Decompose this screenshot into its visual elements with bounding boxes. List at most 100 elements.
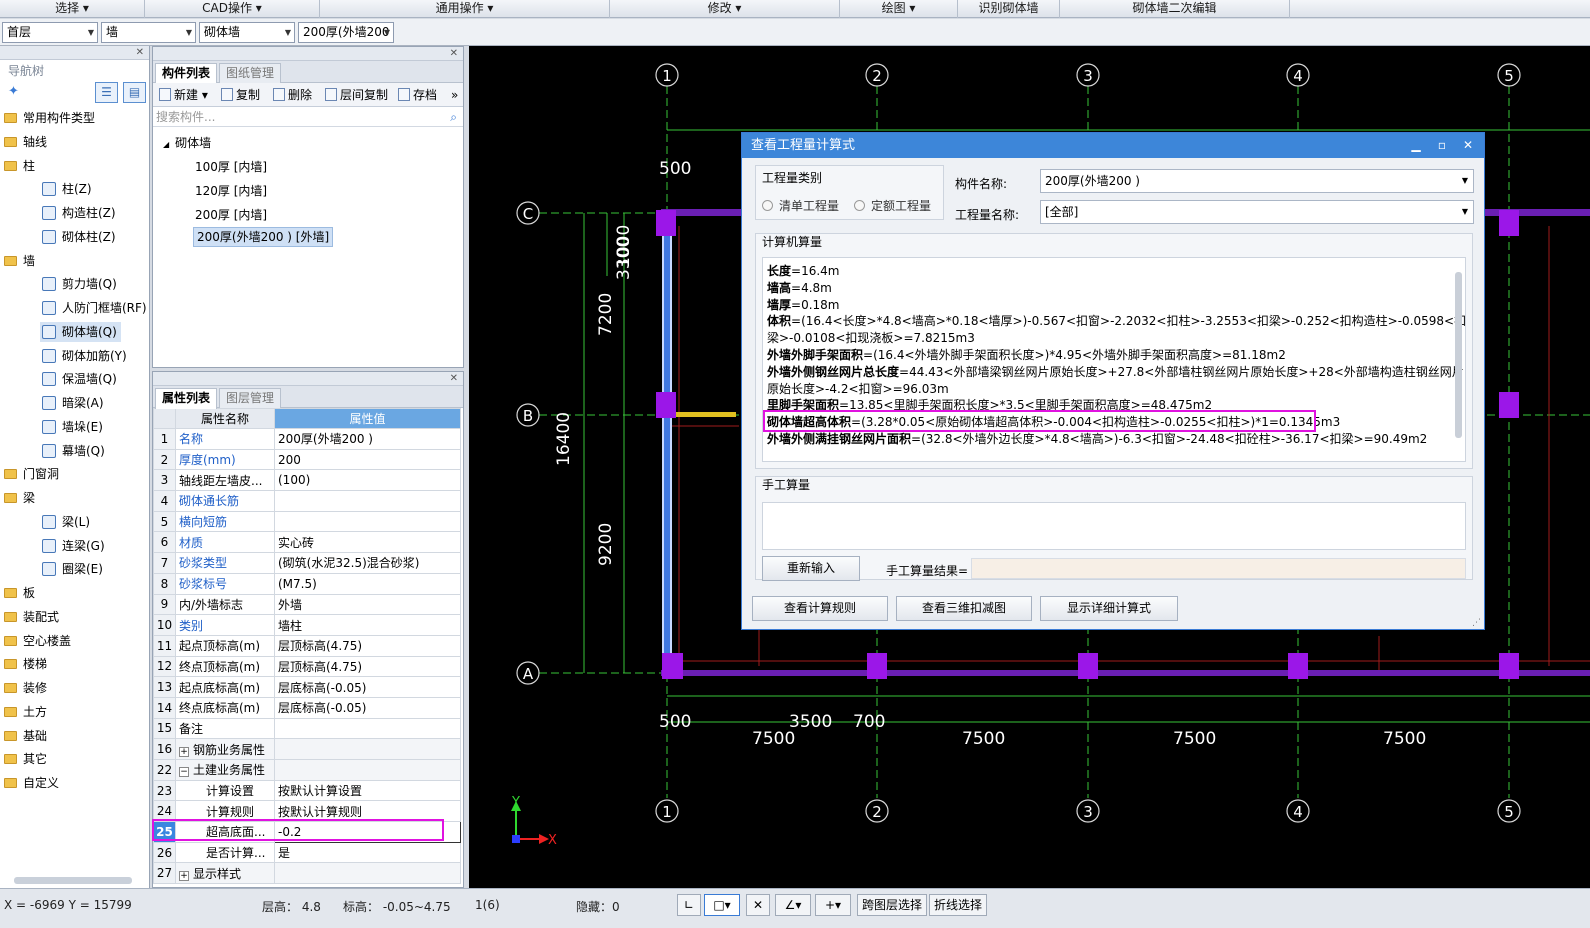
expand-icon[interactable]: + — [179, 870, 189, 881]
nav-item[interactable]: 砌体墙(Q) — [40, 321, 121, 342]
radio-quota-qty[interactable]: 定额工程量 — [854, 197, 931, 214]
new-button[interactable]: 新建 ▾ — [159, 86, 208, 104]
component-item[interactable]: 120厚 [内墙] — [195, 181, 267, 201]
menu-wall-second-edit[interactable]: 砌体墙二次编辑 — [1060, 0, 1290, 18]
reenter-button[interactable]: 重新输入 — [762, 556, 860, 581]
grid-view-icon[interactable]: ▤ — [123, 82, 146, 103]
scrollbar[interactable] — [14, 877, 132, 884]
selected-wall[interactable] — [662, 210, 672, 674]
nav-item[interactable]: 暗梁(A) — [42, 393, 104, 413]
property-value[interactable]: (砌筑(水泥32.5)混合砂浆) — [274, 552, 461, 574]
property-value[interactable]: 是 — [274, 841, 461, 864]
expand-icon[interactable]: + — [179, 746, 189, 757]
collapse-icon[interactable]: ◢ — [163, 140, 169, 149]
property-row[interactable]: 6 材质 实心砖 — [153, 531, 461, 554]
list-view-icon[interactable]: ☰ — [95, 82, 118, 103]
snap-icon[interactable]: +▾ — [815, 894, 851, 916]
component-root[interactable]: ◢ 砌体墙 — [163, 133, 211, 153]
property-value[interactable]: 外墙 — [274, 593, 461, 616]
scrollbar[interactable] — [1455, 272, 1462, 438]
wall-A[interactable] — [661, 670, 1590, 676]
property-value[interactable] — [274, 717, 461, 740]
property-value[interactable] — [274, 738, 461, 760]
show-detail-button[interactable]: 显示详细计算式 — [1040, 596, 1178, 621]
collapse-icon[interactable]: − — [179, 767, 189, 778]
manual-qty-input[interactable] — [762, 502, 1466, 550]
property-value[interactable]: (M7.5) — [274, 572, 461, 595]
view-rules-button[interactable]: 查看计算规则 — [752, 596, 888, 621]
nav-item[interactable]: 常用构件类型 — [4, 108, 95, 128]
menu-modify[interactable]: 修改 ▾ — [610, 0, 840, 18]
qty-name-select[interactable]: [全部] ▼ — [1040, 200, 1474, 224]
column[interactable] — [1499, 392, 1519, 418]
property-row[interactable]: 2 厚度(mm) 200 — [153, 448, 461, 471]
menu-draw[interactable]: 绘图 ▾ — [840, 0, 958, 18]
menu-cad-ops[interactable]: CAD操作 ▾ — [145, 0, 320, 18]
property-value[interactable]: 实心砖 — [274, 531, 461, 554]
close-icon[interactable]: ✕ — [1456, 133, 1480, 158]
resize-grip-icon[interactable]: ⋰ — [1472, 618, 1481, 628]
nav-item[interactable]: 剪力墙(Q) — [42, 274, 117, 294]
property-row[interactable]: 22− 土建业务属性 — [153, 759, 461, 781]
nav-item[interactable]: 空心楼盖 — [4, 631, 71, 651]
delete-button[interactable]: 删除 — [273, 86, 312, 104]
property-row[interactable]: 8 砂浆标号 (M7.5) — [153, 572, 461, 595]
nav-item[interactable]: 梁(L) — [42, 512, 90, 532]
nav-item[interactable]: 连梁(G) — [42, 536, 105, 556]
nav-item[interactable]: 墙 — [4, 251, 35, 271]
property-value[interactable] — [274, 490, 461, 512]
property-value[interactable]: 层顶标高(4.75) — [274, 634, 461, 657]
property-row[interactable]: 10 类别 墙柱 — [153, 614, 461, 636]
floor-select[interactable]: 首层 ▼ — [2, 22, 98, 43]
property-row[interactable]: 12 终点顶标高(m) 层顶标高(4.75) — [153, 655, 461, 678]
menu-identify-wall[interactable]: 识别砌体墙 — [958, 0, 1060, 18]
property-value[interactable] — [274, 862, 461, 885]
property-value[interactable]: 层底标高(-0.05) — [274, 696, 461, 719]
property-row[interactable]: 5 横向短筋 — [153, 510, 461, 533]
minimize-icon[interactable]: ▁ — [1404, 133, 1428, 158]
nav-item[interactable]: 轴线 — [4, 132, 47, 152]
nav-item[interactable]: 保温墙(Q) — [42, 369, 117, 389]
property-value[interactable]: (100) — [274, 469, 461, 492]
pin-icon[interactable]: ✦ — [8, 84, 19, 99]
nav-item[interactable]: 土方 — [4, 702, 47, 722]
property-row[interactable]: 11 起点顶标高(m) 层顶标高(4.75) — [153, 634, 461, 657]
nav-item[interactable]: 装修 — [4, 678, 47, 698]
comp-name-select[interactable]: 200厚(外墙200 ) ▼ — [1040, 169, 1474, 193]
property-value[interactable]: 层底标高(-0.05) — [274, 676, 461, 698]
close-icon[interactable]: ✕ — [450, 372, 458, 386]
property-value[interactable]: 墙柱 — [274, 614, 461, 636]
nav-item[interactable]: 墙垛(E) — [42, 417, 103, 437]
column[interactable] — [1499, 210, 1519, 236]
property-value[interactable] — [274, 510, 461, 533]
property-row[interactable]: 16 + 钢筋业务属性 — [153, 738, 461, 760]
nav-item[interactable]: 其它 — [4, 749, 47, 769]
nav-item[interactable]: 圈梁(E) — [42, 559, 103, 579]
maximize-icon[interactable]: ▫ — [1430, 133, 1454, 158]
nav-item[interactable]: 楼梯 — [4, 654, 47, 674]
property-row[interactable]: 3 轴线距左墙皮... (100) — [153, 469, 461, 492]
property-row[interactable]: 15 备注 — [153, 717, 461, 740]
category-select[interactable]: 墙 ▼ — [101, 22, 196, 43]
type-select[interactable]: 砌体墙 ▼ — [199, 22, 295, 43]
property-value[interactable] — [274, 759, 461, 781]
property-value[interactable]: 200 — [274, 448, 461, 471]
property-row[interactable]: 1 名称 200厚(外墙200 ) — [153, 428, 461, 450]
nav-item[interactable]: 基础 — [4, 726, 47, 746]
column[interactable] — [867, 653, 887, 679]
nav-item[interactable]: 砌体加筋(Y) — [42, 346, 127, 366]
nav-item[interactable]: 砌体柱(Z) — [42, 227, 116, 247]
component-search-input[interactable]: 搜索构件... ⌕ — [153, 107, 463, 127]
property-row[interactable]: 13 起点底标高(m) 层底标高(-0.05) — [153, 676, 461, 698]
close-icon[interactable]: ✕ — [450, 47, 458, 61]
close-icon[interactable]: ✕ — [136, 46, 144, 60]
nav-item[interactable]: 构造柱(Z) — [42, 203, 116, 223]
nav-item[interactable]: 柱(Z) — [42, 179, 92, 199]
polyline-select-button[interactable]: 折线选择 — [929, 894, 988, 916]
nav-item[interactable]: 人防门框墙(RF) — [42, 298, 147, 318]
archive-button[interactable]: 存档 — [398, 86, 437, 104]
column[interactable] — [1078, 653, 1098, 679]
radio-bill-qty[interactable]: 清单工程量 — [762, 197, 839, 214]
component-select[interactable]: 200厚(外墙200 ▼ — [298, 22, 394, 43]
menu-select[interactable]: 选择 ▾ — [0, 0, 145, 18]
